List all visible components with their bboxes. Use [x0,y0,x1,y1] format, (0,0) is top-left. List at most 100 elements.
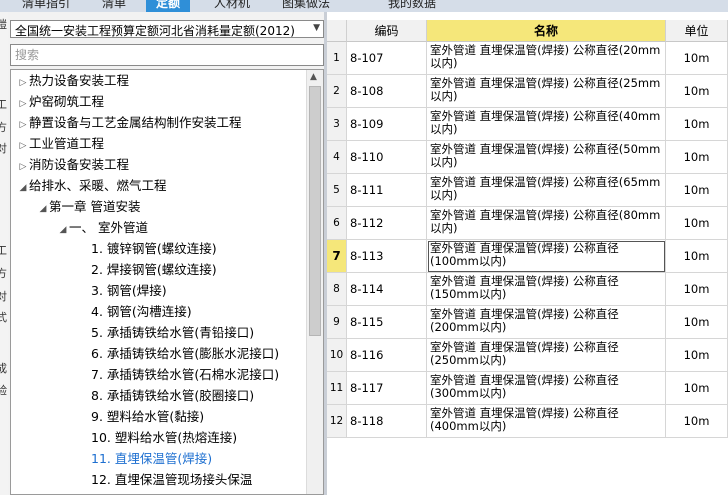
cell-unit[interactable]: 10m [666,108,728,141]
cell-name[interactable]: 室外管道 直埋保温管(焊接) 公称直径(50mm以内) [427,141,666,174]
row-index[interactable]: 3 [327,108,347,141]
tree-node[interactable]: ▷ 工业管道工程 [17,133,104,154]
row-index[interactable]: 8 [327,273,347,306]
scrollbar-thumb[interactable] [309,86,321,336]
cell-name[interactable]: 室外管道 直埋保温管(焊接) 公称直径(200mm以内) [427,306,666,339]
library-select[interactable]: 全国统一安装工程预算定额河北省消耗量定额(2012) ▼ [10,20,324,38]
tree-node[interactable]: 1. 镀锌钢管(螺纹连接) [91,238,217,259]
tab-0[interactable]: 清单指引 [22,0,70,12]
tab-5[interactable]: 我的数据 [388,0,436,12]
cell-unit[interactable]: 10m [666,75,728,108]
tree-node[interactable]: ◢ 第一章 管道安装 [37,196,141,220]
tree-node[interactable]: ▷ 热力设备安装工程 [17,70,129,91]
cell-unit[interactable]: 10m [666,306,728,339]
row-index[interactable]: 11 [327,372,347,405]
cell-name[interactable]: 室外管道 直埋保温管(焊接) 公称直径(80mm以内) [427,207,666,240]
cell-name[interactable]: 室外管道 直埋保温管(焊接) 公称直径(150mm以内) [427,273,666,306]
clipped-label: 成 [0,360,7,376]
tree-node[interactable]: ◢ 一、 室外管道 [57,217,148,238]
cell-code[interactable]: 8-112 [347,207,427,240]
tree-node[interactable]: 7. 承插铸铁给水管(石棉水泥接口) [91,364,279,385]
search-input[interactable] [10,44,324,66]
tree-node-label: 静置设备与工艺金属结构制作安装工程 [29,115,242,130]
clipped-label: 工 [0,242,7,258]
row-index[interactable]: 12 [327,405,347,438]
cell-unit[interactable]: 10m [666,240,728,273]
category-tree: 12. 直埋保温管现场接头保温 11. 直埋保温管(焊接) 10. 塑料给水管(热熔… [10,69,324,495]
tree-scrollbar[interactable]: ▲ [306,70,323,494]
row-index[interactable]: 10 [327,339,347,372]
row-index[interactable]: 4 [327,141,347,174]
triangle-down-icon[interactable]: ◢ [17,178,29,199]
cell-code[interactable]: 8-108 [347,75,427,108]
tree-node-label: 8. 承插铸铁给水管(胶圈接口) [91,388,255,403]
triangle-right-icon[interactable]: ▷ [17,157,29,178]
cell-code[interactable]: 8-118 [347,405,427,438]
cell-unit[interactable]: 10m [666,339,728,372]
cell-name[interactable]: 室外管道 直埋保温管(焊接) 公称直径(300mm以内) [427,372,666,405]
cell-code[interactable]: 8-111 [347,174,427,207]
tree-node[interactable]: ◢ 给排水、采暖、燃气工程 [17,175,167,196]
tree-node[interactable]: 5. 承插铸铁给水管(青铅接口) [91,322,254,343]
row-index[interactable]: 9 [327,306,347,339]
triangle-right-icon[interactable]: ▷ [17,73,29,94]
grid-header-unit[interactable]: 单位 [666,20,728,42]
cell-unit[interactable]: 10m [666,174,728,207]
scroll-up-icon[interactable]: ▲ [310,72,317,82]
tree-node[interactable]: ▷ 静置设备与工艺金属结构制作安装工程 [17,112,242,133]
tree-node-label: 热力设备安装工程 [29,73,130,88]
tree-node[interactable]: 10. 塑料给水管(热熔连接) [91,427,237,448]
tree-node[interactable]: ▷ 炉窑砌筑工程 [17,91,104,112]
grid-header-name[interactable]: 名称 [427,20,666,42]
cell-name[interactable]: 室外管道 直埋保温管(焊接) 公称直径(40mm以内) [427,108,666,141]
tab-4[interactable]: 图集做法 [282,0,330,12]
cell-name[interactable]: 室外管道 直埋保温管(焊接) 公称直径(400mm以内) [427,405,666,438]
cell-code[interactable]: 8-116 [347,339,427,372]
tree-node[interactable]: ▷ 消防设备安装工程 [17,154,129,175]
tree-node[interactable]: 6. 承插铸铁给水管(膨胀水泥接口) [91,343,279,364]
triangle-right-icon[interactable]: ▷ [17,115,29,136]
tree-node[interactable]: 12. 直埋保温管现场接头保温 [91,469,252,490]
tab-1[interactable]: 清单 [102,0,126,12]
tree-node[interactable]: 2. 焊接钢管(螺纹连接) [91,259,217,280]
tab-2[interactable]: 定额 [146,0,191,12]
cell-code[interactable]: 8-109 [347,108,427,141]
cell-name[interactable]: 室外管道 直埋保温管(焊接) 公称直径(65mm以内) [427,174,666,207]
tree-node-label: 一、 室外管道 [69,220,148,235]
tree-node[interactable]: 8. 承插铸铁给水管(胶圈接口) [91,385,254,406]
cell-code[interactable]: 8-107 [347,42,427,75]
cell-unit[interactable]: 10m [666,273,728,306]
cell-unit[interactable]: 10m [666,141,728,174]
triangle-right-icon[interactable]: ▷ [17,136,29,157]
cell-name[interactable]: 室外管道 直埋保温管(焊接) 公称直径(250mm以内) [427,339,666,372]
row-index[interactable]: 1 [327,42,347,75]
triangle-down-icon[interactable]: ◢ [57,220,69,241]
cell-code[interactable]: 8-115 [347,306,427,339]
cell-unit[interactable]: 10m [666,42,728,75]
tab-3[interactable]: 人材机 [214,0,250,12]
grid-header-code[interactable]: 编码 [347,20,427,42]
tree-node[interactable]: 9. 塑料给水管(黏接) [91,406,204,427]
cell-code[interactable]: 8-110 [347,141,427,174]
row-index[interactable]: 2 [327,75,347,108]
triangle-right-icon[interactable]: ▷ [17,94,29,115]
tree-node-label: 3. 钢管(焊接) [91,283,167,298]
tree-node[interactable]: 3. 钢管(焊接) [91,280,167,301]
triangle-down-icon[interactable]: ◢ [37,199,49,220]
chevron-down-icon[interactable]: ▼ [313,23,320,33]
cell-unit[interactable]: 10m [666,372,728,405]
row-index[interactable]: 5 [327,174,347,207]
clipped-label: 榿 [0,16,7,32]
row-index[interactable]: 7 [327,240,347,273]
cell-code[interactable]: 8-113 [347,240,427,273]
cell-name[interactable]: 室外管道 直埋保温管(焊接) 公称直径(25mm以内) [427,75,666,108]
row-index[interactable]: 6 [327,207,347,240]
tree-node[interactable]: 4. 钢管(沟槽连接) [91,301,192,322]
tree-node[interactable]: 11. 直埋保温管(焊接) [91,448,212,469]
cell-unit[interactable]: 10m [666,207,728,240]
cell-name[interactable]: 室外管道 直埋保温管(焊接) 公称直径(100mm以内) [427,240,666,273]
cell-code[interactable]: 8-114 [347,273,427,306]
cell-code[interactable]: 8-117 [347,372,427,405]
cell-unit[interactable]: 10m [666,405,728,438]
cell-name[interactable]: 室外管道 直埋保温管(焊接) 公称直径(20mm以内) [427,42,666,75]
